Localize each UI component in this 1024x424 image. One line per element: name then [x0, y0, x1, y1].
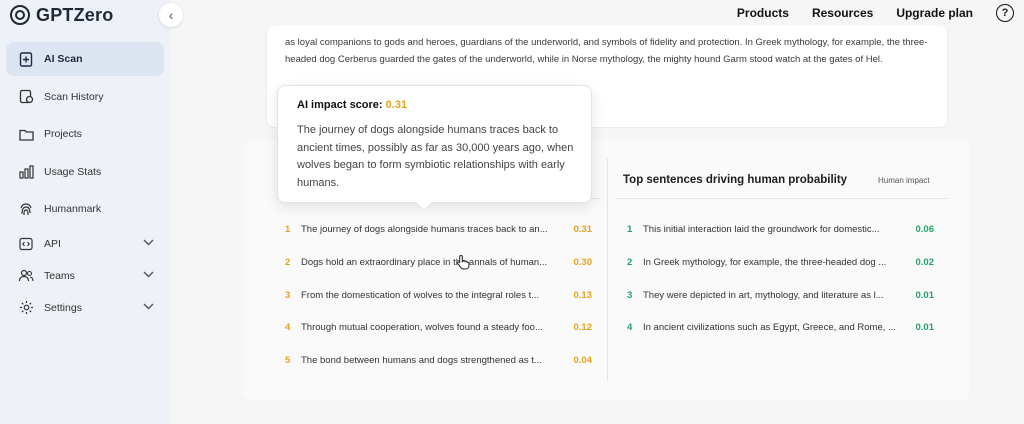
row-number: 2	[285, 256, 291, 268]
nav-link-products[interactable]: Products	[737, 6, 789, 20]
chevron-down-icon[interactable]	[143, 302, 154, 313]
human-sentence-row[interactable]: 2 In Greek mythology, for example, the t…	[627, 254, 934, 270]
row-score: 0.02	[915, 256, 935, 268]
tooltip-body: The journey of dogs alongside humans tra…	[297, 124, 574, 189]
chevron-left-icon: ‹	[168, 7, 174, 23]
users-icon	[18, 268, 34, 284]
tooltip-title-label: AI impact score:	[297, 99, 383, 111]
ai-sentence-row[interactable]: 5 The bond between humans and dogs stren…	[285, 352, 592, 368]
row-score: 0.04	[573, 354, 593, 366]
sidebar-item-label: Projects	[44, 128, 82, 140]
file-plus-icon	[18, 51, 34, 67]
logo-icon	[10, 5, 30, 25]
row-number: 1	[627, 223, 633, 235]
row-score: 0.06	[915, 223, 935, 235]
tooltip-score: 0.31	[385, 99, 408, 111]
ai-sentence-row[interactable]: 2 Dogs hold an extraordinary place in th…	[285, 254, 592, 270]
human-sentence-row[interactable]: 3 They were depicted in art, mythology, …	[627, 287, 934, 303]
sidebar-item-teams[interactable]: Teams	[6, 262, 164, 290]
sidebar-nav: AI Scan Scan History Projects Usage Stat…	[6, 42, 164, 326]
ai-impact-tooltip: AI impact score: 0.31 The journey of dog…	[277, 85, 592, 212]
chevron-down-icon[interactable]	[143, 270, 154, 281]
folder-icon	[18, 126, 34, 142]
row-text: Through mutual cooperation, wolves found…	[301, 321, 543, 333]
row-text: The journey of dogs alongside humans tra…	[301, 223, 548, 235]
nav-link-upgrade-plan[interactable]: Upgrade plan	[896, 6, 973, 20]
row-score: 0.01	[915, 289, 935, 301]
row-score: 0.13	[573, 289, 593, 301]
ai-sentence-row[interactable]: 4 Through mutual cooperation, wolves fou…	[285, 319, 592, 335]
human-sentence-row[interactable]: 4 In ancient civilizations such as Egypt…	[627, 319, 934, 335]
row-text: From the domestication of wolves to the …	[301, 289, 540, 301]
sidebar-item-label: Humanmark	[44, 203, 102, 215]
human-sentence-row[interactable]: 1 This initial interaction laid the grou…	[627, 221, 934, 237]
sidebar-item-label: Scan History	[44, 90, 104, 103]
row-number: 4	[627, 321, 633, 333]
tooltip-title: AI impact score: 0.31	[297, 99, 407, 111]
code-icon	[18, 236, 34, 252]
row-text: In ancient civilizations such as Egypt, …	[643, 321, 896, 333]
fingerprint-icon	[18, 201, 34, 217]
logo[interactable]: GPTZero	[10, 4, 113, 26]
document-text: as loyal companions to gods and heroes, …	[285, 37, 928, 65]
human-panel-title: Top sentences driving human probability	[623, 174, 848, 186]
row-text: Dogs hold an extraordinary place in the …	[301, 256, 548, 268]
app-name: GPTZero	[36, 4, 114, 25]
row-number: 3	[627, 289, 633, 301]
bar-chart-icon	[18, 164, 34, 180]
help-icon[interactable]: ?	[996, 4, 1014, 22]
ai-sentence-row[interactable]: 3 From the domestication of wolves to th…	[285, 287, 592, 303]
row-text: The bond between humans and dogs strengt…	[301, 354, 542, 366]
hand-cursor-icon	[457, 254, 470, 270]
sidebar-item-humanmark[interactable]: Humanmark	[6, 192, 164, 226]
row-number: 5	[285, 354, 291, 366]
header-separator	[615, 198, 948, 199]
sidebar-item-label: Teams	[44, 269, 75, 282]
row-number: 1	[285, 223, 291, 235]
top-nav: Products Resources Upgrade plan ?	[737, 0, 1024, 26]
sidebar-item-projects[interactable]: Projects	[6, 117, 164, 151]
nav-link-resources[interactable]: Resources	[812, 6, 873, 20]
sidebar-item-label: API	[44, 237, 61, 250]
row-number: 2	[627, 256, 633, 268]
row-number: 3	[285, 289, 291, 301]
collapse-sidebar-button[interactable]: ‹	[159, 3, 183, 27]
row-text: This initial interaction laid the ground…	[643, 223, 880, 235]
human-impact-label: Human impact	[878, 176, 930, 185]
sidebar-item-api[interactable]: API	[6, 230, 164, 258]
row-score: 0.31	[573, 223, 593, 235]
ai-sentence-row[interactable]: 1 The journey of dogs alongside humans t…	[285, 221, 592, 237]
row-text: They were depicted in art, mythology, an…	[643, 289, 884, 301]
sidebar-item-label: Settings	[44, 301, 82, 314]
chevron-down-icon[interactable]	[143, 238, 154, 249]
history-icon	[18, 89, 34, 105]
sidebar-item-usage-stats[interactable]: Usage Stats	[6, 155, 164, 189]
row-text: In Greek mythology, for example, the thr…	[643, 256, 887, 268]
sidebar-item-settings[interactable]: Settings	[6, 294, 164, 322]
column-divider	[607, 158, 608, 380]
row-number: 4	[285, 321, 291, 333]
sidebar-item-ai-scan[interactable]: AI Scan	[6, 42, 164, 76]
sidebar: GPTZero AI Scan Scan History Projects Us…	[0, 0, 170, 424]
sidebar-item-scan-history[interactable]: Scan History	[6, 80, 164, 114]
gear-icon	[18, 300, 34, 316]
sidebar-item-label: AI Scan	[44, 53, 83, 65]
row-score: 0.01	[915, 321, 935, 333]
row-score: 0.30	[573, 256, 593, 268]
row-score: 0.12	[573, 321, 593, 333]
sidebar-item-label: Usage Stats	[44, 165, 102, 178]
